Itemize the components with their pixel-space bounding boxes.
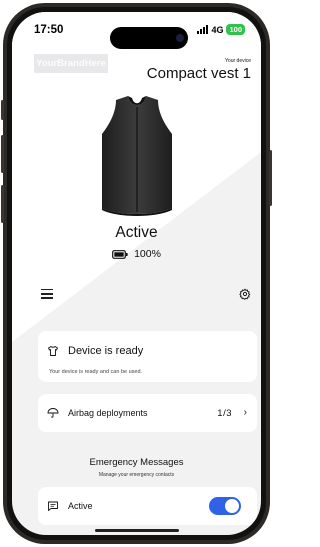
brand-logo: YourBrandHere: [34, 54, 108, 73]
vest-status: Active: [115, 224, 158, 241]
ready-title: Device is ready: [68, 345, 144, 357]
ready-subtitle: Your device is ready and can be used.: [49, 369, 143, 375]
status-time: 17:50: [34, 24, 64, 36]
app-screen: 17:50 4G 100 YourBrandHere Your device C…: [12, 12, 261, 535]
emergency-messages-toggle[interactable]: [209, 497, 241, 515]
emergency-subtitle: Manage your emergency contacts: [98, 472, 175, 478]
volume-up-button: [1, 135, 4, 173]
home-indicator[interactable]: [95, 529, 179, 532]
messages-status: Active: [68, 501, 93, 511]
vest-battery: 100%: [12, 248, 261, 260]
emergency-title: Emergency Messages: [89, 457, 184, 468]
network-type: 4G: [211, 24, 224, 35]
mute-switch: [1, 100, 4, 120]
power-button: [269, 150, 272, 206]
signal-icon: [197, 25, 209, 34]
toggle-knob: [225, 499, 239, 513]
gear-icon[interactable]: [239, 288, 251, 300]
status-indicators: 4G 100: [197, 24, 245, 35]
emergency-messages-row: Active: [38, 487, 257, 525]
front-camera: [176, 34, 184, 42]
shirt-icon: [48, 346, 58, 356]
dynamic-island: [110, 27, 188, 49]
airbag-count: 1/3: [217, 408, 232, 419]
device-caption: Your device: [225, 58, 251, 64]
umbrella-icon: [47, 408, 59, 418]
battery-percent: 100%: [134, 248, 161, 260]
device-ready-card[interactable]: Device is ready Your device is ready and…: [38, 331, 257, 382]
airbag-label: Airbag deployments: [68, 408, 148, 418]
chevron-right-icon: ›: [243, 407, 247, 418]
airbag-deployments-row[interactable]: Airbag deployments 1/3 ›: [38, 394, 257, 432]
volume-down-button: [1, 185, 4, 223]
hamburger-menu-icon[interactable]: [41, 289, 53, 299]
device-name[interactable]: Compact vest 1: [147, 65, 251, 82]
battery-icon: [112, 249, 128, 259]
message-icon: [48, 501, 58, 511]
vest-image: [102, 96, 172, 216]
battery-badge: 100: [226, 24, 245, 35]
